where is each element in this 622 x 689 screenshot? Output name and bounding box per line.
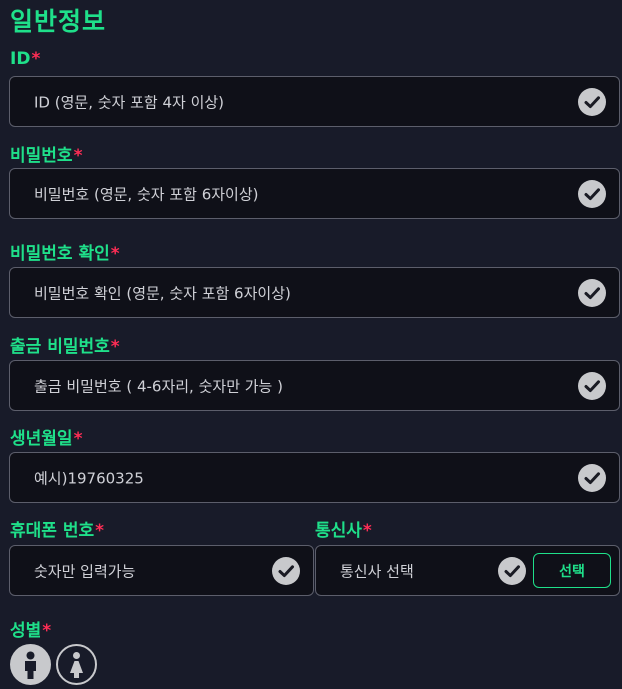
id-label: ID* (10, 49, 41, 69)
password-label: 비밀번호* (10, 146, 83, 166)
female-icon (70, 652, 83, 678)
id-field[interactable]: ID (영문, 숫자 포함 4자 이상) (9, 76, 620, 127)
female-button[interactable] (56, 644, 97, 685)
required-mark: * (95, 521, 105, 541)
required-mark: * (110, 244, 120, 264)
id-placeholder: ID (영문, 숫자 포함 4자 이상) (34, 93, 225, 111)
section-title: 일반정보 (10, 7, 107, 36)
withdraw-password-field[interactable]: 출금 비밀번호 ( 4-6자리, 숫자만 가능 ) (9, 360, 620, 411)
carrier-field[interactable]: 통신사 선택 선택 (315, 545, 620, 596)
required-mark: * (42, 621, 52, 641)
check-circle-icon (578, 179, 606, 208)
required-mark: * (31, 49, 41, 69)
phone-label: 휴대폰 번호* (10, 521, 105, 541)
male-button[interactable] (10, 644, 51, 685)
check-circle-icon (272, 556, 300, 585)
required-mark: * (362, 521, 372, 541)
withdraw-password-label: 출금 비밀번호* (10, 337, 120, 357)
password-field[interactable]: 비밀번호 (영문, 숫자 포함 6자이상) (9, 168, 620, 219)
check-circle-icon (578, 87, 606, 116)
required-mark: * (73, 146, 83, 166)
required-mark: * (73, 429, 83, 449)
password-placeholder: 비밀번호 (영문, 숫자 포함 6자이상) (34, 185, 259, 203)
carrier-label: 통신사* (315, 521, 372, 541)
check-circle-icon (578, 463, 606, 492)
carrier-placeholder: 통신사 선택 (340, 562, 414, 580)
gender-label: 성별* (10, 621, 52, 641)
carrier-select-button[interactable]: 선택 (533, 553, 611, 588)
withdraw-password-placeholder: 출금 비밀번호 ( 4-6자리, 숫자만 가능 ) (34, 377, 283, 395)
birthdate-field[interactable]: 예시)19760325 (9, 452, 620, 503)
password-confirm-label: 비밀번호 확인* (10, 244, 120, 264)
birthdate-placeholder: 예시)19760325 (34, 469, 144, 487)
male-icon (25, 651, 36, 679)
birthdate-label: 생년월일* (10, 429, 83, 449)
check-circle-icon (578, 371, 606, 400)
password-confirm-placeholder: 비밀번호 확인 (영문, 숫자 포함 6자이상) (34, 284, 291, 302)
required-mark: * (110, 337, 120, 357)
check-circle-icon (578, 278, 606, 307)
password-confirm-field[interactable]: 비밀번호 확인 (영문, 숫자 포함 6자이상) (9, 267, 620, 318)
check-circle-icon (498, 556, 526, 585)
phone-field[interactable]: 숫자만 입력가능 (9, 545, 314, 596)
phone-placeholder: 숫자만 입력가능 (34, 562, 136, 580)
